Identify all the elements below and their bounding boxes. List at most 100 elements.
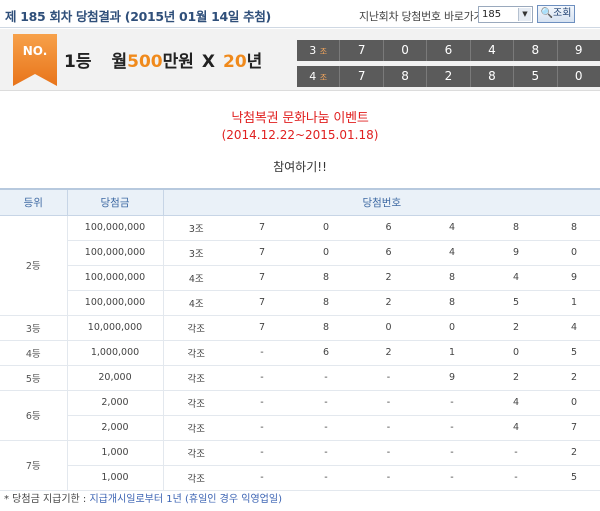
- number-cell: -: [295, 465, 357, 491]
- winning-digit: 0: [382, 40, 426, 61]
- number-cell: 0: [548, 240, 600, 266]
- number-cell: 4: [484, 390, 548, 416]
- page-title: 제 185 회차 당첨결과 (2015년 01월 14일 추첨): [5, 9, 271, 24]
- number-cell: 0: [295, 240, 357, 266]
- payment-deadline-note: * 당첨금 지급기한 : 지급개시일로부터 1년 (휴일인 경우 익영업일): [4, 490, 282, 505]
- footnote-label: * 당첨금 지급기한 :: [4, 494, 90, 505]
- amount-cell: 2,000: [67, 415, 164, 441]
- number-cell: -: [229, 465, 295, 491]
- number-cell: 7: [229, 265, 295, 291]
- number-cell: -: [357, 440, 420, 466]
- round-select[interactable]: 185 ▼: [478, 6, 533, 23]
- rank-cell: 2등: [0, 215, 68, 316]
- number-cell: 0: [420, 315, 484, 341]
- search-button[interactable]: 🔍조회: [537, 5, 575, 23]
- number-cell: 0: [357, 315, 420, 341]
- header-amount: 당첨금: [67, 188, 164, 216]
- rank-cell: 3등: [0, 315, 68, 341]
- number-cell: 0: [295, 215, 357, 241]
- number-cell: -: [229, 440, 295, 466]
- number-cell: 8: [484, 215, 548, 241]
- participate-link[interactable]: 참여하기!!: [0, 158, 600, 175]
- amount-cell: 100,000,000: [67, 290, 164, 316]
- number-cell: -: [357, 365, 420, 391]
- number-cell: 6: [295, 340, 357, 366]
- number-cell: 8: [295, 315, 357, 341]
- header-rank: 등위: [0, 188, 68, 216]
- event-title: 낙첨복권 문화나눔 이벤트: [231, 111, 369, 126]
- number-cell: 8: [295, 290, 357, 316]
- amount-cell: 100,000,000: [67, 240, 164, 266]
- group-cell: 각조: [163, 465, 229, 491]
- prize-years: 20: [223, 52, 247, 72]
- number-cell: 1: [548, 290, 600, 316]
- number-cell: 8: [295, 265, 357, 291]
- number-cell: 1: [420, 340, 484, 366]
- winning-digit: 4: [469, 40, 513, 61]
- number-cell: 2: [484, 365, 548, 391]
- number-cell: 2: [548, 440, 600, 466]
- table-row: 5등 20,000 각조 - - -9 2 2: [0, 365, 600, 391]
- group-cell: 각조: [163, 390, 229, 416]
- number-cell: 4: [484, 265, 548, 291]
- search-button-label: 조회: [553, 8, 572, 19]
- number-cell: 2: [357, 290, 420, 316]
- number-cell: 0: [484, 340, 548, 366]
- number-cell: 5: [548, 340, 600, 366]
- winning-digit: 0: [556, 66, 600, 87]
- number-cell: 8: [548, 215, 600, 241]
- number-cell: -: [229, 415, 295, 441]
- number-cell: 9: [484, 240, 548, 266]
- round-select-value: 185: [482, 9, 502, 20]
- number-cell: 0: [548, 390, 600, 416]
- event-period: (2014.12.22~2015.01.18): [221, 128, 379, 142]
- number-cell: 2: [357, 265, 420, 291]
- table-header-row: 등위 당첨금 당첨번호: [0, 188, 600, 216]
- table-row: 100,000,000 4조 7 8 2 8 4 9: [0, 265, 600, 291]
- table-row: 3등 10,000,000 각조 7 8 0 0 2 4: [0, 315, 600, 341]
- group-cell: 각조: [163, 415, 229, 441]
- number-cell: -: [295, 440, 357, 466]
- amount-cell: 1,000,000: [67, 340, 164, 366]
- number-cell: -: [420, 465, 484, 491]
- group-cell: 4조: [163, 290, 229, 316]
- number-cell: 5: [484, 290, 548, 316]
- number-cell: 6: [357, 240, 420, 266]
- group-cell: 3조: [163, 215, 229, 241]
- number-cell: 9: [548, 265, 600, 291]
- table-row: 4등 1,000,000 각조 -6 2 1 0 5: [0, 340, 600, 366]
- winning-number-row: 3 조 7 0 6 4 8 9: [297, 40, 600, 61]
- number-cell: -: [357, 415, 420, 441]
- number-cell: 7: [229, 315, 295, 341]
- winning-digit: 6: [426, 40, 469, 61]
- winning-number-row: 4 조 7 8 2 8 5 0: [297, 66, 600, 87]
- table-row: 6등 2,000 각조 - - - -4 0: [0, 390, 600, 441]
- ribbon-text: NO.: [23, 44, 48, 58]
- number-cell: -: [295, 415, 357, 441]
- number-cell: -: [484, 465, 548, 491]
- rank-cell: 7등: [0, 440, 68, 491]
- number-cell: 8: [420, 265, 484, 291]
- prize-rank: 1등: [64, 52, 92, 72]
- number-cell: -: [295, 365, 357, 391]
- number-cell: -: [484, 440, 548, 466]
- winning-digit: 8: [382, 66, 426, 87]
- table-row: 2등 100,000,000 3조 7 0 6 4 8 8: [0, 215, 600, 316]
- number-cell: 7: [548, 415, 600, 441]
- amount-cell: 100,000,000: [67, 215, 164, 241]
- table-row: 100,000,000 3조 7 0 6 4 9 0: [0, 240, 600, 266]
- table-row: 100,000,000 4조 7 8 2 8 5 1: [0, 290, 600, 316]
- winning-digit: 7: [339, 40, 382, 61]
- chevron-down-icon[interactable]: ▼: [518, 8, 531, 21]
- number-cell: 2: [484, 315, 548, 341]
- group-cell: 3조: [163, 240, 229, 266]
- number-cell: 2: [357, 340, 420, 366]
- number-cell: -: [229, 365, 295, 391]
- table-row: 2,000 각조 - - - -4 7: [0, 415, 600, 441]
- number-cell: -: [420, 440, 484, 466]
- group-cell: 각조: [163, 315, 229, 341]
- number-cell: 6: [357, 215, 420, 241]
- group-cell: 각조: [163, 365, 229, 391]
- number-cell: 4: [484, 415, 548, 441]
- number-cell: 4: [420, 215, 484, 241]
